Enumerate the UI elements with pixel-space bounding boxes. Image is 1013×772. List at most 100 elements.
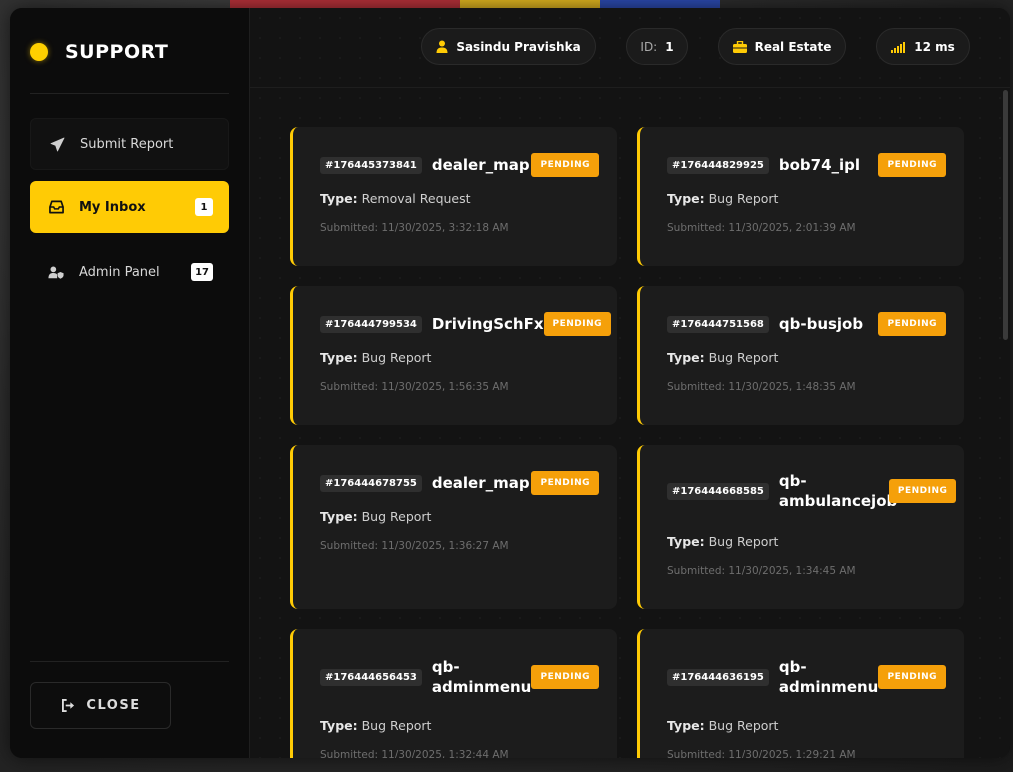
- report-type: Type: Bug Report: [320, 350, 431, 365]
- report-card[interactable]: #176444678755 dealer_map PENDING Type: B…: [290, 445, 617, 609]
- type-value: Bug Report: [708, 350, 779, 365]
- id-label: ID:: [640, 39, 658, 54]
- report-card[interactable]: #176444668585 qb-ambulancejob PENDING Ty…: [637, 445, 964, 609]
- report-type: Type: Removal Request: [320, 191, 471, 206]
- sidebar-item-label: Admin Panel: [79, 264, 160, 280]
- report-resource: qb-adminmenu: [431, 658, 532, 696]
- report-id: #176444751568: [667, 315, 769, 333]
- sign-out-icon: [60, 698, 76, 714]
- card-header: #176444656453 qb-adminmenu PENDING: [320, 657, 599, 697]
- report-id: #176444656453: [320, 668, 422, 686]
- type-label: Type:: [320, 718, 358, 733]
- card-header: #176444668585 qb-ambulancejob PENDING: [667, 471, 957, 511]
- report-type: Type: Bug Report: [320, 509, 431, 524]
- report-card[interactable]: #176444799534 DrivingSchFx PENDING Type:…: [290, 286, 617, 425]
- user-icon: [436, 40, 448, 53]
- briefcase-icon: [732, 40, 747, 53]
- scrollbar[interactable]: [1003, 90, 1008, 340]
- type-value: Bug Report: [361, 718, 432, 733]
- user-shield-icon: [48, 264, 64, 280]
- id-pill: ID: 1: [626, 28, 688, 65]
- inbox-icon: [48, 199, 64, 215]
- close-button[interactable]: CLOSE: [30, 682, 171, 729]
- report-id: #176445373841: [320, 156, 422, 174]
- status-badge: PENDING: [531, 153, 599, 177]
- main-content: Sasindu Pravishka ID: 1 Real Estate 12 m…: [250, 8, 1010, 758]
- report-type: Type: Bug Report: [667, 534, 778, 549]
- id-value: 1: [665, 39, 674, 54]
- type-label: Type:: [320, 509, 358, 524]
- status-badge: PENDING: [531, 471, 599, 495]
- report-id: #176444799534: [320, 315, 422, 333]
- signal-icon: [891, 41, 906, 53]
- card-header: #176445373841 dealer_map PENDING: [320, 153, 599, 177]
- report-resource: qb-adminmenu: [778, 658, 879, 696]
- sidebar-item-submit-report[interactable]: Submit Report: [30, 118, 229, 170]
- type-value: Bug Report: [708, 534, 779, 549]
- report-card[interactable]: #176444636195 qb-adminmenu PENDING Type:…: [637, 629, 964, 758]
- report-submitted: Submitted: 11/30/2025, 1:32:44 AM: [320, 749, 509, 758]
- report-submitted: Submitted: 11/30/2025, 1:56:35 AM: [320, 381, 509, 393]
- report-resource: dealer_map: [431, 474, 530, 492]
- report-submitted: Submitted: 11/30/2025, 1:34:45 AM: [667, 565, 856, 577]
- report-type: Type: Bug Report: [320, 718, 431, 733]
- report-card[interactable]: #176444656453 qb-adminmenu PENDING Type:…: [290, 629, 617, 758]
- type-value: Bug Report: [708, 718, 779, 733]
- type-label: Type:: [667, 191, 705, 206]
- report-id: #176444668585: [667, 482, 769, 500]
- report-submitted: Submitted: 11/30/2025, 1:48:35 AM: [667, 381, 856, 393]
- report-submitted: Submitted: 11/30/2025, 2:01:39 AM: [667, 222, 856, 234]
- sidebar-divider: [30, 93, 229, 94]
- report-type: Type: Bug Report: [667, 718, 778, 733]
- sidebar-item-my-inbox[interactable]: My Inbox 1: [30, 181, 229, 233]
- brand-title: SUPPORT: [65, 41, 169, 63]
- status-badge: PENDING: [531, 665, 599, 689]
- type-value: Bug Report: [361, 509, 432, 524]
- report-type: Type: Bug Report: [667, 191, 778, 206]
- card-header: #176444751568 qb-busjob PENDING: [667, 312, 946, 336]
- sidebar-item-admin-panel[interactable]: Admin Panel 17: [30, 246, 229, 298]
- report-resource: qb-ambulancejob: [778, 472, 898, 510]
- background-stripe: [600, 0, 720, 8]
- report-submitted: Submitted: 11/30/2025, 3:32:18 AM: [320, 222, 509, 234]
- report-id: #176444636195: [667, 668, 769, 686]
- ping-value: 12 ms: [914, 39, 955, 54]
- sidebar-item-label: Submit Report: [80, 136, 174, 152]
- report-card[interactable]: #176444829925 bob74_ipl PENDING Type: Bu…: [637, 127, 964, 266]
- job-pill: Real Estate: [718, 28, 846, 65]
- status-badge: PENDING: [543, 312, 612, 336]
- type-label: Type:: [667, 534, 705, 549]
- report-id: #176444829925: [667, 156, 769, 174]
- status-badge: PENDING: [878, 153, 946, 177]
- sidebar-item-label: My Inbox: [79, 199, 146, 215]
- card-header: #176444636195 qb-adminmenu PENDING: [667, 657, 946, 697]
- type-value: Removal Request: [361, 191, 471, 206]
- report-type: Type: Bug Report: [667, 350, 778, 365]
- sidebar-divider: [30, 661, 229, 662]
- paper-plane-icon: [49, 136, 65, 152]
- type-value: Bug Report: [708, 191, 779, 206]
- sidebar: SUPPORT Submit Report My Inbox 1 Admin P…: [10, 8, 250, 758]
- card-header: #176444678755 dealer_map PENDING: [320, 471, 599, 495]
- support-window: SUPPORT Submit Report My Inbox 1 Admin P…: [10, 8, 1010, 758]
- type-label: Type:: [667, 350, 705, 365]
- report-id: #176444678755: [320, 474, 422, 492]
- report-card[interactable]: #176445373841 dealer_map PENDING Type: R…: [290, 127, 617, 266]
- header-bar: Sasindu Pravishka ID: 1 Real Estate 12 m…: [250, 8, 1010, 88]
- ping-pill: 12 ms: [876, 28, 970, 65]
- status-badge: PENDING: [878, 312, 946, 336]
- report-resource: DrivingSchFx: [431, 315, 544, 333]
- user-name: Sasindu Pravishka: [456, 39, 581, 54]
- report-resource: dealer_map: [431, 156, 530, 174]
- report-submitted: Submitted: 11/30/2025, 1:29:21 AM: [667, 749, 856, 758]
- report-card[interactable]: #176444751568 qb-busjob PENDING Type: Bu…: [637, 286, 964, 425]
- brand-dot-icon: [30, 43, 48, 61]
- brand: SUPPORT: [30, 41, 168, 63]
- admin-count-badge: 17: [191, 263, 213, 281]
- background-stripe: [230, 0, 460, 8]
- close-label: CLOSE: [86, 698, 141, 713]
- report-resource: bob74_ipl: [778, 156, 861, 174]
- type-label: Type:: [667, 718, 705, 733]
- inbox-count-badge: 1: [195, 198, 213, 216]
- report-submitted: Submitted: 11/30/2025, 1:36:27 AM: [320, 540, 509, 552]
